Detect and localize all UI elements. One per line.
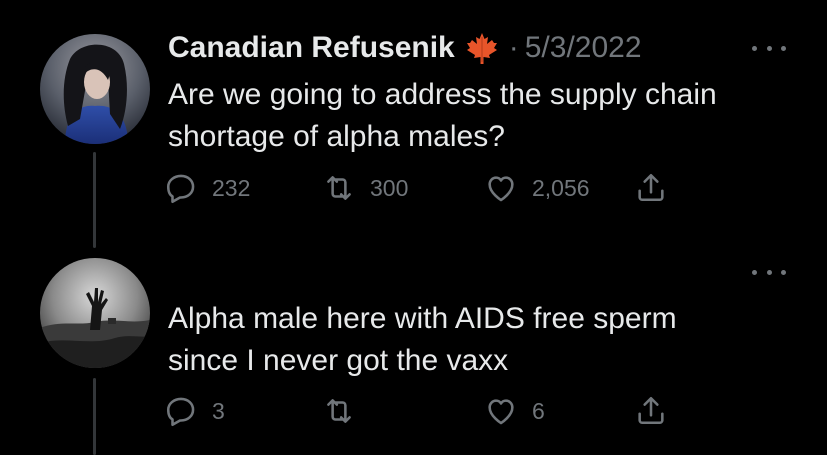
- reply-author-avatar[interactable]: [40, 258, 150, 368]
- reply-button[interactable]: 3: [164, 391, 225, 431]
- like-icon: [488, 399, 514, 425]
- reply-icon: [166, 397, 195, 427]
- retweet-icon: [327, 176, 351, 200]
- retweet-button[interactable]: 300: [322, 168, 408, 208]
- tweet-header: Canadian Refusenik · 5/3/2022: [168, 26, 642, 70]
- retweet-button[interactable]: [322, 391, 370, 431]
- retweet-icon: [327, 399, 351, 423]
- reply-text-line: Alpha male here with AIDS free sperm: [168, 302, 677, 335]
- reply-button[interactable]: 232: [164, 168, 250, 208]
- maple-leaf-icon: [465, 31, 499, 65]
- avatar-portrait-image: [40, 34, 150, 144]
- reply-icon: [166, 174, 195, 204]
- reply-text-line: since I never got the vaxx: [168, 344, 509, 377]
- tweet-actions: 232 300 2,056: [164, 168, 704, 208]
- retweet-count: 300: [370, 174, 409, 201]
- like-count: 6: [532, 397, 545, 424]
- tweet-text-line: Are we going to address the supply chain: [168, 78, 717, 111]
- more-options-icon[interactable]: [752, 266, 786, 278]
- reply-text: Alpha male here with AIDS free sperm sin…: [168, 298, 788, 382]
- share-icon: [638, 396, 664, 425]
- more-options-icon[interactable]: [752, 42, 786, 54]
- avatar-zombie-hand-image: [40, 258, 150, 368]
- author-name[interactable]: Canadian Refusenik: [168, 31, 455, 65]
- share-icon: [638, 173, 664, 202]
- thread-line-top: [93, 152, 96, 248]
- like-button[interactable]: 6: [484, 391, 545, 431]
- share-button[interactable]: [634, 168, 668, 208]
- tweet-date[interactable]: 5/3/2022: [525, 31, 642, 65]
- reply-actions: 3 6: [164, 391, 704, 431]
- like-icon: [488, 176, 514, 202]
- reply-count: 232: [212, 174, 251, 201]
- header-separator: ·: [508, 31, 519, 64]
- reply-count: 3: [212, 397, 225, 424]
- author-avatar[interactable]: [40, 34, 150, 144]
- tweet-text-line: shortage of alpha males?: [168, 120, 505, 153]
- like-count: 2,056: [532, 174, 590, 201]
- thread-line-bottom: [93, 378, 96, 455]
- like-button[interactable]: 2,056: [484, 168, 590, 208]
- share-button[interactable]: [634, 391, 668, 431]
- tweet-text: Are we going to address the supply chain…: [168, 74, 788, 158]
